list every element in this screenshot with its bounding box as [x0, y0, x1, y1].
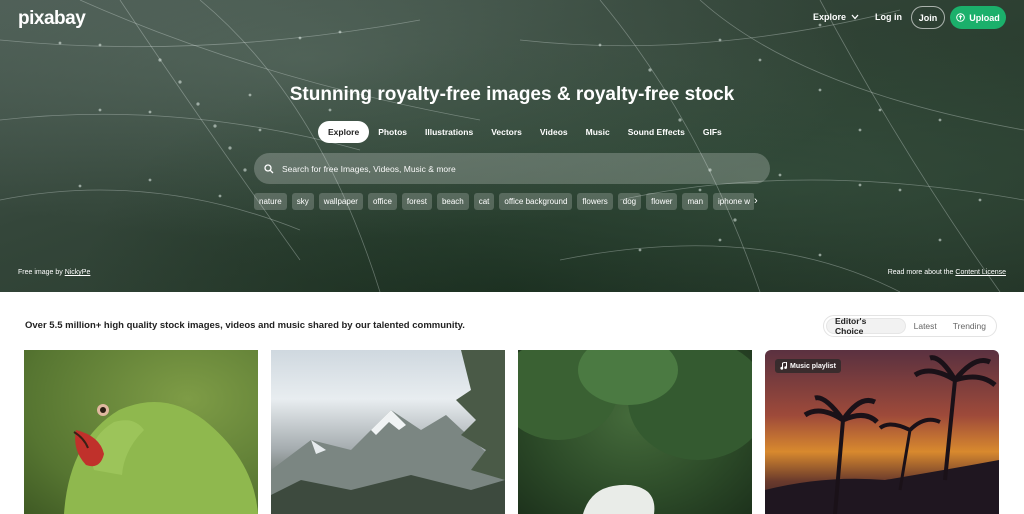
- palm-sunset-image: [765, 355, 999, 514]
- chevron-right-icon[interactable]: ›: [754, 195, 758, 207]
- image-credit: Free image by NickyPe: [18, 269, 90, 276]
- tab-explore[interactable]: Explore: [318, 121, 370, 143]
- tag-chip[interactable]: forest: [401, 193, 432, 210]
- content-license-link[interactable]: Content License: [955, 269, 1006, 276]
- search-input[interactable]: Search for free Images, Videos, Music & …: [254, 153, 770, 184]
- tag-chip[interactable]: flowers: [577, 193, 613, 210]
- sort-trending[interactable]: Trending: [945, 318, 994, 334]
- tag-chip[interactable]: sky: [291, 193, 314, 210]
- license-note: Read more about the Content License: [888, 269, 1006, 276]
- image-card-mountain[interactable]: [271, 350, 505, 514]
- suggested-tags: nature sky wallpaper office forest beach…: [254, 193, 754, 211]
- tab-videos[interactable]: Videos: [531, 121, 577, 143]
- mountain-image: [271, 350, 505, 514]
- image-card-palm-sunset[interactable]: [765, 350, 999, 514]
- credit-user-link[interactable]: NickyPe: [65, 269, 91, 276]
- join-button[interactable]: Join: [911, 6, 945, 29]
- hero-headline: Stunning royalty-free images & royalty-f…: [289, 84, 735, 105]
- top-navigation: pixabay Explore Log in Join Upload: [0, 0, 1024, 36]
- music-playlist-badge: Music playlist: [775, 359, 841, 373]
- sort-editors-choice[interactable]: Editor's Choice: [826, 316, 906, 336]
- tab-photos[interactable]: Photos: [369, 121, 416, 143]
- music-note-icon: [780, 362, 787, 370]
- explore-label: Explore: [813, 12, 847, 22]
- image-card-forest[interactable]: [518, 350, 752, 514]
- tag-chip[interactable]: cat: [473, 193, 495, 210]
- search-placeholder: Search for free Images, Videos, Music & …: [282, 163, 456, 174]
- forest-image: [518, 350, 752, 514]
- badge-label: Music playlist: [790, 362, 836, 370]
- hero-banner: pixabay Explore Log in Join Upload Stunn…: [0, 0, 1024, 292]
- chevron-down-icon: [851, 14, 859, 20]
- tag-chip[interactable]: flower: [646, 193, 678, 210]
- tab-music[interactable]: Music: [577, 121, 619, 143]
- tag-chip[interactable]: nature: [254, 193, 287, 210]
- credit-prefix: Free image by: [18, 269, 65, 276]
- sort-toggle: Editor's Choice Latest Trending: [823, 315, 997, 337]
- login-link[interactable]: Log in: [875, 12, 902, 22]
- tag-chip[interactable]: dog: [617, 193, 642, 210]
- tab-gifs[interactable]: GIFs: [694, 121, 731, 143]
- tag-chip[interactable]: office: [367, 193, 397, 210]
- pixabay-logo[interactable]: pixabay: [18, 8, 86, 30]
- upload-button[interactable]: Upload: [950, 6, 1006, 29]
- media-type-tabs: Explore Photos Illustrations Vectors Vid…: [318, 121, 731, 143]
- tag-chip[interactable]: beach: [436, 193, 469, 210]
- tag-chip[interactable]: wallpaper: [318, 193, 363, 210]
- join-label: Join: [918, 12, 938, 23]
- tag-chip[interactable]: man: [682, 193, 709, 210]
- tab-vectors[interactable]: Vectors: [482, 121, 531, 143]
- spider-web-background: [0, 0, 1024, 292]
- tab-illustrations[interactable]: Illustrations: [416, 121, 482, 143]
- tag-chip[interactable]: iphone w: [713, 193, 754, 210]
- upload-label: Upload: [969, 12, 1000, 23]
- community-subtitle: Over 5.5 million+ high quality stock ima…: [25, 320, 465, 331]
- upload-icon: [956, 13, 966, 22]
- parrot-image: [64, 402, 258, 514]
- sort-latest[interactable]: Latest: [906, 318, 945, 334]
- explore-menu[interactable]: Explore: [813, 12, 859, 22]
- tab-sound-effects[interactable]: Sound Effects: [619, 121, 694, 143]
- license-prefix: Read more about the: [887, 269, 956, 276]
- image-card-parrot[interactable]: [24, 350, 258, 514]
- search-icon: [264, 163, 274, 173]
- tag-chip[interactable]: office background: [499, 193, 573, 210]
